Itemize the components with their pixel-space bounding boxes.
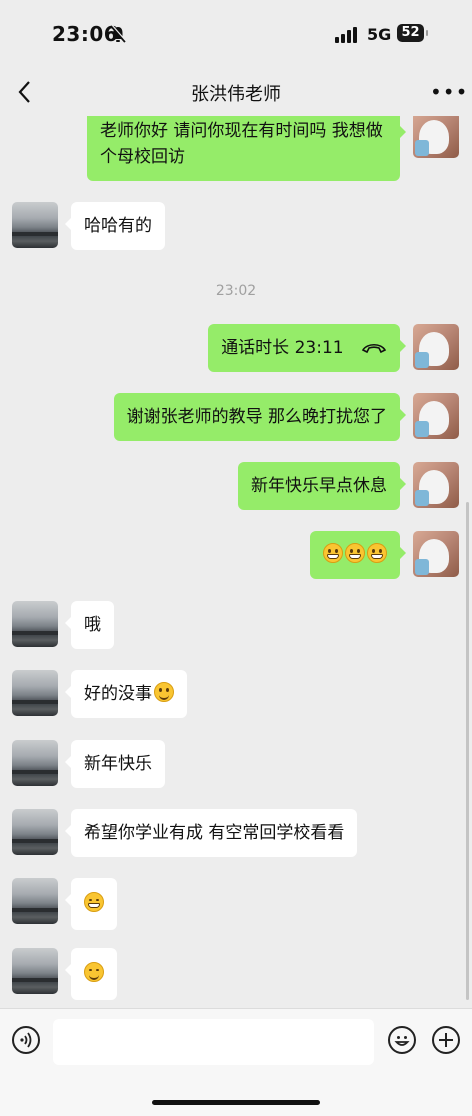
status-bar: 23:06 5G 52: [0, 0, 472, 70]
message-sent[interactable]: [310, 531, 406, 579]
plus-icon: [439, 1033, 453, 1047]
battery-icon: 52: [397, 24, 424, 42]
message-timestamp: 23:02: [215, 283, 257, 299]
teacher-avatar[interactable]: [12, 202, 58, 248]
teacher-avatar[interactable]: [12, 670, 58, 716]
blush-emoji-icon: [84, 962, 104, 982]
message-received[interactable]: 希望你学业有成 有空常回学校看看: [64, 809, 358, 857]
my-avatar[interactable]: [413, 116, 459, 158]
my-avatar[interactable]: [413, 531, 459, 577]
my-avatar[interactable]: [413, 462, 459, 508]
message-text: 老师你好 请问你现在有时间吗 我想做个母校回访: [100, 121, 383, 167]
phone-hangup-icon: [361, 343, 387, 354]
teacher-avatar[interactable]: [12, 809, 58, 855]
more-options-icon[interactable]: •••: [430, 80, 468, 104]
message-text: 哈哈有的: [84, 216, 152, 236]
status-time: 23:06: [52, 22, 119, 46]
message-text: 新年快乐: [84, 754, 152, 774]
message-input[interactable]: [53, 1019, 374, 1065]
scrollbar[interactable]: [466, 502, 469, 1000]
chat-header: 张洪伟老师 •••: [0, 70, 472, 116]
silent-bell-icon: [110, 25, 126, 43]
home-indicator[interactable]: [152, 1100, 320, 1105]
emoji-picker-icon[interactable]: [388, 1026, 416, 1054]
message-list[interactable]: 老师你好 请问你现在有时间吗 我想做个母校回访 哈哈有的 23:02 通话时长 …: [0, 116, 472, 1008]
grin-emoji-icon: [345, 543, 365, 563]
grin-emoji-icon: [367, 543, 387, 563]
message-sent[interactable]: 新年快乐早点休息: [238, 462, 406, 510]
message-sent[interactable]: 老师你好 请问你现在有时间吗 我想做个母校回访: [87, 116, 406, 181]
message-received[interactable]: 哈哈有的: [65, 202, 165, 250]
signal-icon: [335, 27, 357, 43]
message-sent[interactable]: 谢谢张老师的教导 那么晚打扰您了: [113, 393, 407, 441]
grin-emoji-icon: [323, 543, 343, 563]
call-record-message[interactable]: 通话时长 23:11: [208, 324, 406, 372]
message-received[interactable]: [65, 948, 117, 1000]
teacher-avatar[interactable]: [12, 740, 58, 786]
more-functions-plus-icon[interactable]: [432, 1026, 460, 1054]
teacher-avatar[interactable]: [12, 878, 58, 924]
message-text: 通话时长 23:11: [221, 338, 344, 358]
voice-wave-icon: [20, 1032, 32, 1048]
smiley-face-icon: [394, 1036, 410, 1046]
network-type: 5G: [367, 25, 392, 44]
teacher-avatar[interactable]: [12, 948, 58, 994]
message-text: 新年快乐早点休息: [251, 476, 387, 496]
message-received[interactable]: 新年快乐: [65, 740, 165, 788]
message-text: 好的没事: [84, 684, 152, 704]
message-text: 哦: [84, 615, 101, 635]
voice-input-icon[interactable]: [12, 1026, 40, 1054]
grin-squint-emoji-icon: [84, 892, 104, 912]
message-text: 希望你学业有成 有空常回学校看看: [84, 823, 345, 843]
battery-tip: [426, 30, 428, 36]
smile-emoji-icon: [154, 682, 174, 702]
my-avatar[interactable]: [413, 393, 459, 439]
teacher-avatar[interactable]: [12, 601, 58, 647]
message-received[interactable]: [65, 878, 117, 930]
my-avatar[interactable]: [413, 324, 459, 370]
input-bar: [0, 1008, 472, 1116]
chat-title: 张洪伟老师: [191, 84, 281, 105]
message-received[interactable]: 哦: [65, 601, 114, 649]
message-text: 谢谢张老师的教导 那么晚打扰您了: [126, 407, 387, 427]
message-received[interactable]: 好的没事: [65, 670, 187, 718]
